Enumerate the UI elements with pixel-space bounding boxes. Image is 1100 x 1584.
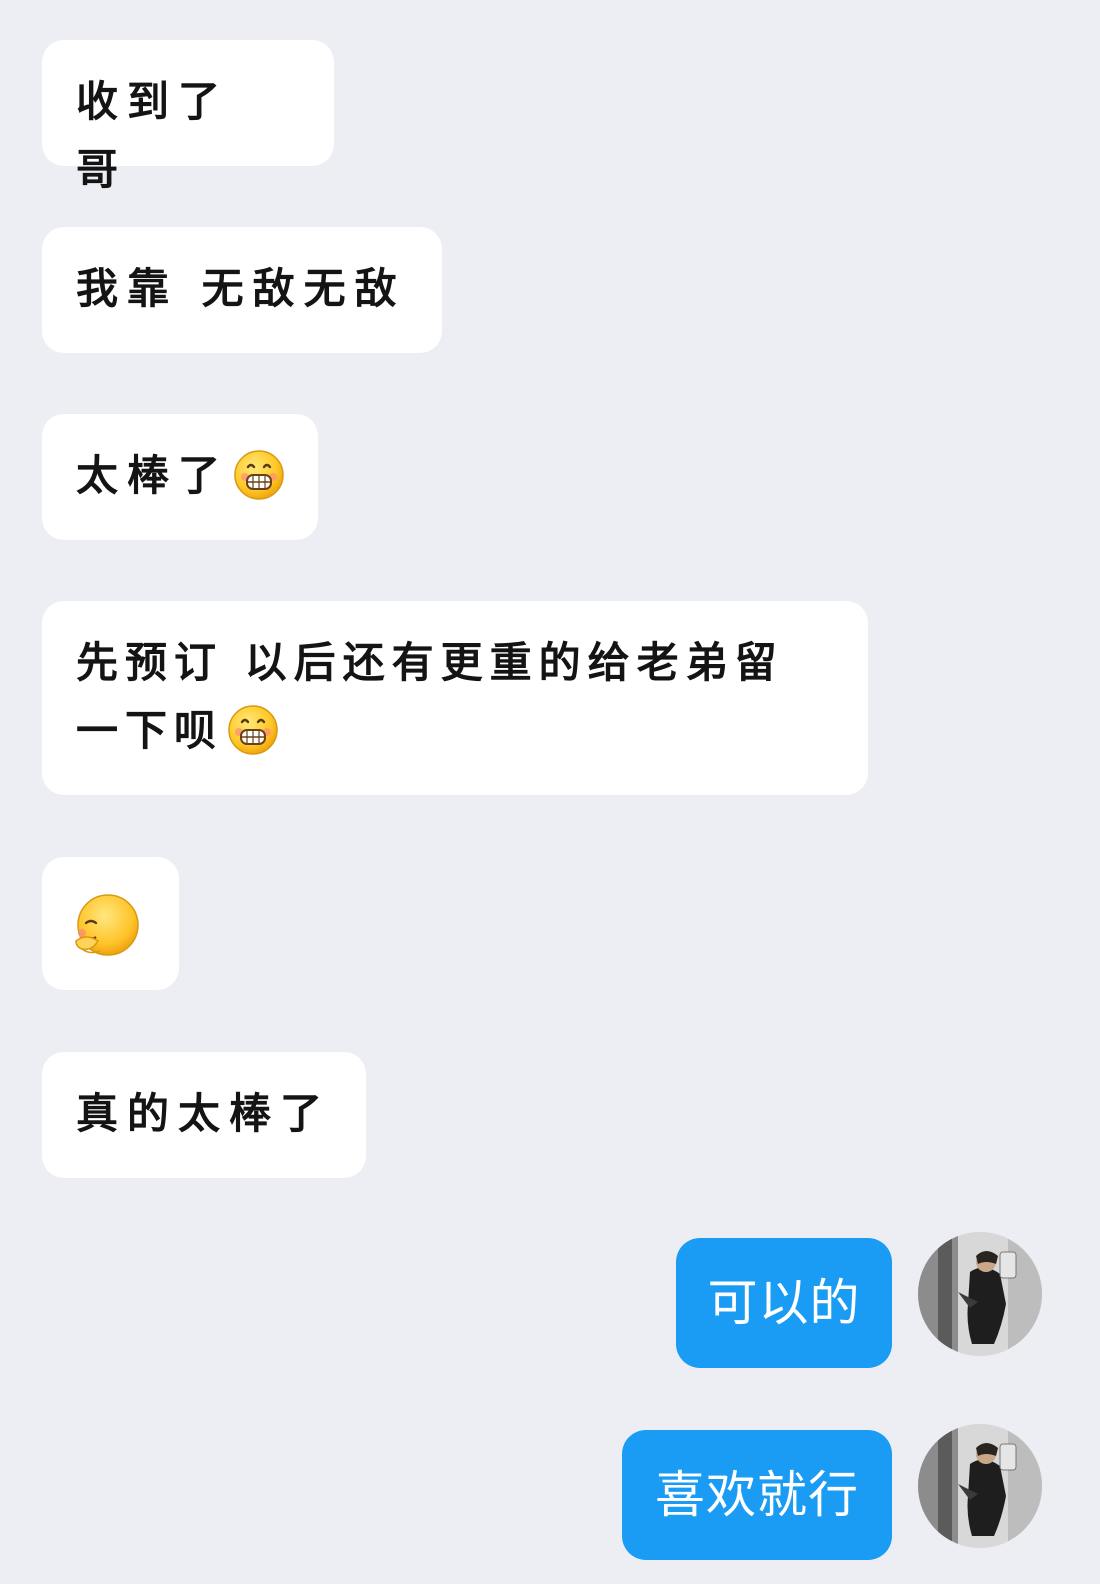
message-text: 真的太棒了 — [76, 1089, 332, 1138]
incoming-message-bubble[interactable]: 先预订 以后还有更重的给老弟留 一下呗 — [42, 601, 868, 795]
incoming-message-bubble[interactable]: 我靠 无敌无敌 — [42, 227, 442, 353]
incoming-message-bubble[interactable]: 太棒了 — [42, 414, 318, 540]
grin-emoji-icon — [234, 450, 284, 500]
hug-emoji-icon — [75, 894, 139, 956]
message-text: 我靠 无敌无敌 — [76, 264, 406, 313]
message-text: 太棒了 — [76, 451, 230, 500]
outgoing-message-bubble[interactable]: 喜欢就行 — [622, 1430, 892, 1560]
incoming-message-bubble[interactable] — [42, 857, 179, 990]
message-text: 喜欢就行 — [655, 1466, 859, 1524]
user-avatar[interactable] — [918, 1424, 1042, 1548]
user-avatar[interactable] — [918, 1232, 1042, 1356]
message-text: 可以的 — [707, 1274, 861, 1332]
incoming-message-bubble[interactable]: 收到了 哥 — [42, 40, 334, 194]
avatar-photo-icon — [918, 1232, 1042, 1356]
message-text-line: 先预订 以后还有更重的给老弟留 — [76, 638, 784, 687]
chat-message-list: 收到了 哥 我靠 无敌无敌 太棒了 先预订 以后还有更重的给老弟留 一下呗 真的… — [0, 0, 1100, 1584]
incoming-message-bubble[interactable]: 真的太棒了 — [42, 1052, 366, 1178]
message-text-line-2: 一下呗 — [76, 697, 836, 765]
grin-emoji-icon — [228, 705, 278, 755]
message-text: 一下呗 — [76, 706, 224, 755]
outgoing-message-bubble[interactable]: 可以的 — [676, 1238, 892, 1368]
avatar-photo-icon — [918, 1424, 1042, 1548]
message-text: 收到了 哥 — [76, 77, 230, 194]
